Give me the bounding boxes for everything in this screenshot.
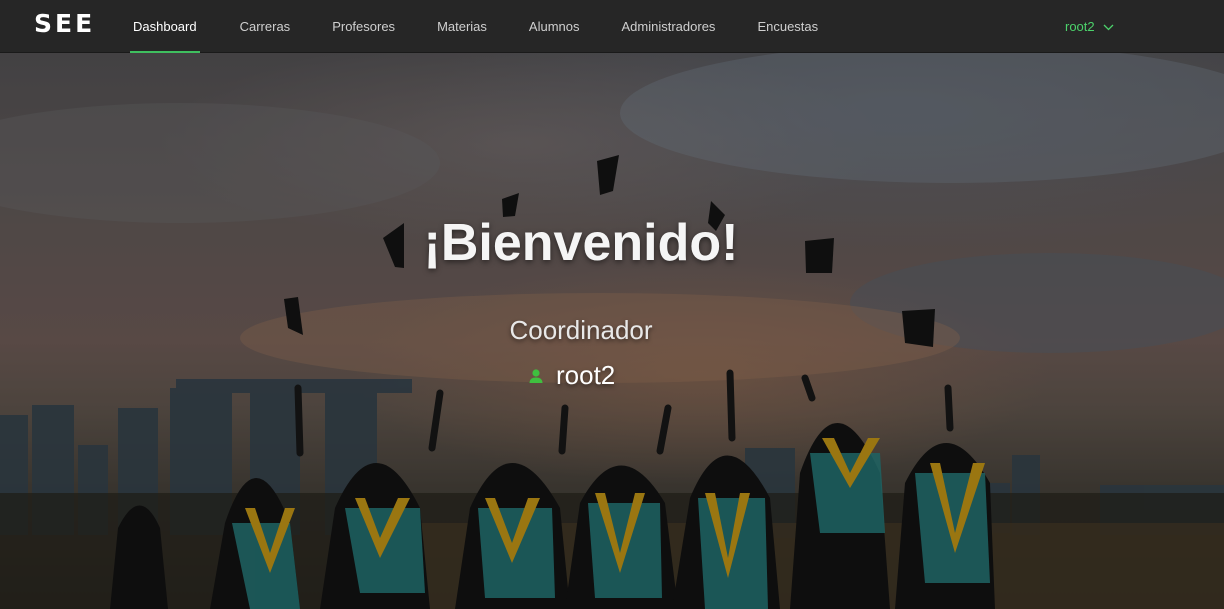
nav-item-dashboard[interactable]: Dashboard	[130, 0, 200, 53]
welcome-heading: ¡Bienvenido!	[423, 214, 739, 272]
hero-banner: ¡Bienvenido! Coordinador root2	[0, 53, 1224, 609]
nav-item-administradores[interactable]: Administradores	[619, 0, 737, 53]
user-menu-dropdown[interactable]: root2	[1065, 16, 1114, 36]
user-menu-label: root2	[1065, 18, 1095, 34]
nav-item-encuestas[interactable]: Encuestas	[754, 0, 839, 53]
nav-item-materias[interactable]: Materias	[434, 0, 508, 53]
chevron-down-icon	[1103, 19, 1114, 34]
nav-item-profesores[interactable]: Profesores	[329, 0, 416, 53]
nav-item-carreras[interactable]: Carreras	[237, 0, 312, 53]
nav-item-alumnos[interactable]: Alumnos	[526, 0, 601, 53]
nav-menu: Dashboard Carreras Profesores Materias A…	[130, 0, 857, 53]
user-role-label: Coordinador	[509, 315, 653, 345]
current-user: root2	[528, 357, 615, 393]
person-icon	[528, 360, 544, 391]
username-label: root2	[556, 359, 616, 390]
top-navbar: SEE Dashboard Carreras Profesores Materi…	[0, 0, 1224, 53]
brand-logo[interactable]: SEE	[34, 9, 95, 38]
